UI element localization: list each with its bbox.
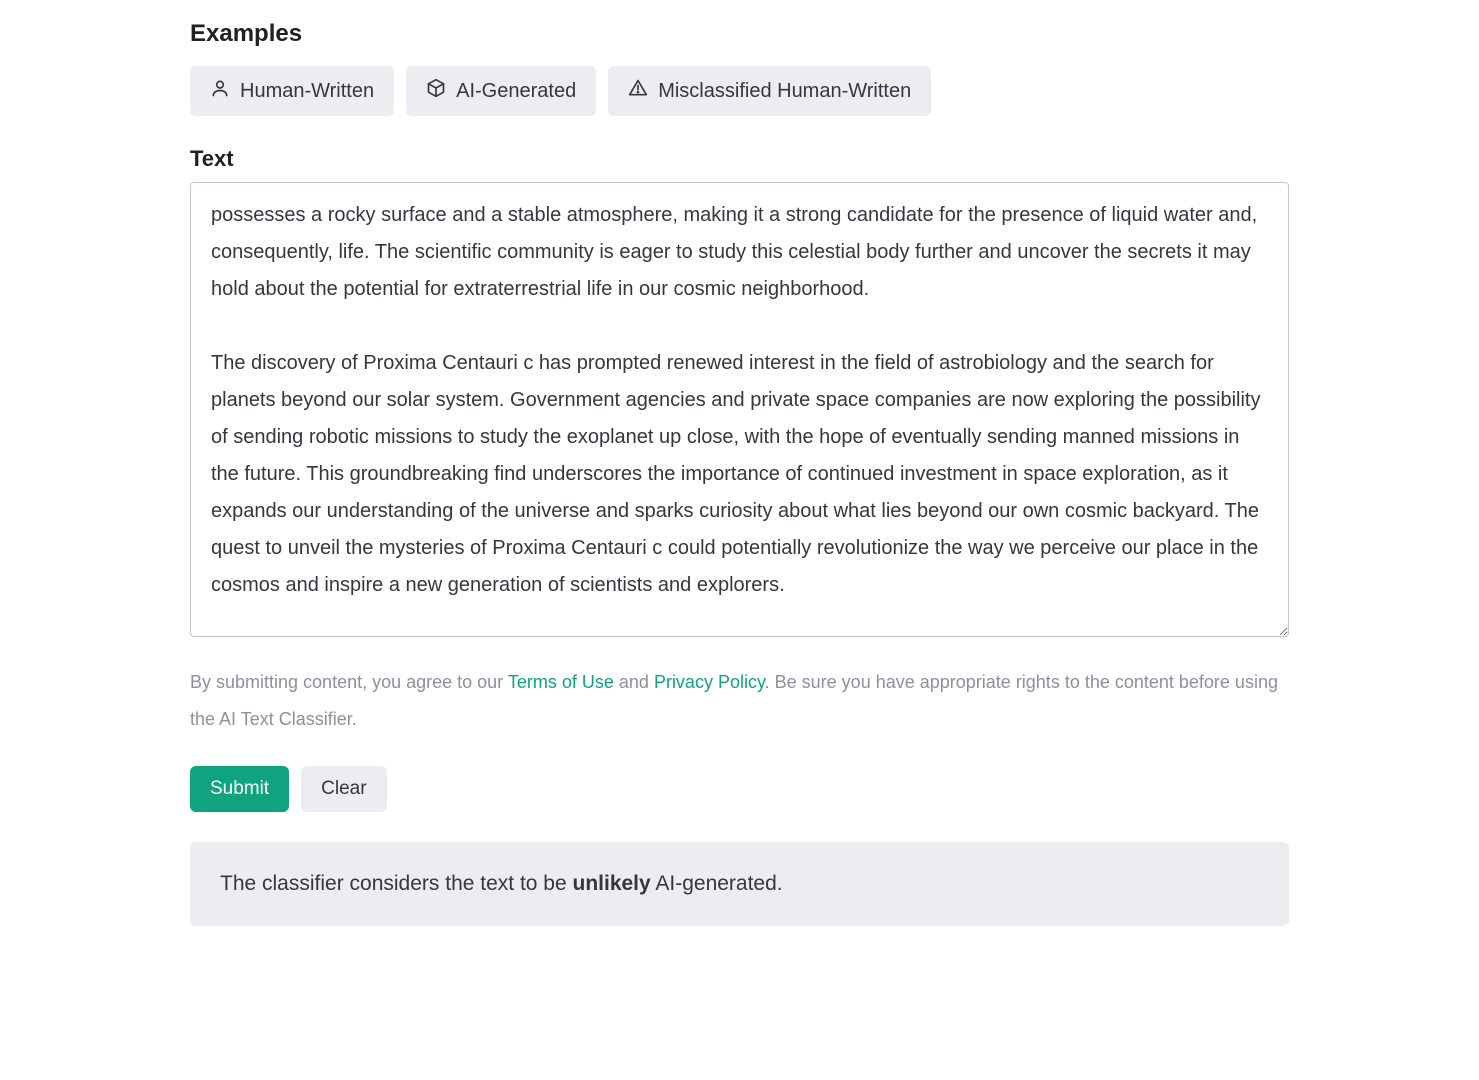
example-label: AI-Generated bbox=[456, 80, 576, 103]
disclaimer-text: By submitting content, you agree to our … bbox=[190, 664, 1289, 738]
terms-of-use-link[interactable]: Terms of Use bbox=[508, 672, 614, 692]
person-icon bbox=[210, 78, 230, 104]
example-label: Human-Written bbox=[240, 80, 374, 103]
disclaimer-mid1: and bbox=[614, 672, 654, 692]
result-verdict: unlikely bbox=[573, 872, 651, 895]
result-box: The classifier considers the text to be … bbox=[190, 842, 1289, 926]
example-label: Misclassified Human-Written bbox=[658, 80, 911, 103]
privacy-policy-link[interactable]: Privacy Policy bbox=[654, 672, 765, 692]
example-misclassified-button[interactable]: Misclassified Human-Written bbox=[608, 66, 931, 116]
warning-icon bbox=[628, 78, 648, 104]
example-ai-generated-button[interactable]: AI-Generated bbox=[406, 66, 596, 116]
clear-button[interactable]: Clear bbox=[301, 766, 386, 812]
result-suffix: AI-generated. bbox=[651, 872, 783, 895]
cube-icon bbox=[426, 78, 446, 104]
submit-button[interactable]: Submit bbox=[190, 766, 289, 812]
example-human-written-button[interactable]: Human-Written bbox=[190, 66, 394, 116]
text-label: Text bbox=[190, 146, 1289, 172]
examples-row: Human-Written AI-Generated Misclassi bbox=[190, 66, 1289, 116]
action-row: Submit Clear bbox=[190, 766, 1289, 812]
classifier-text-input[interactable] bbox=[190, 182, 1289, 637]
disclaimer-prefix: By submitting content, you agree to our bbox=[190, 672, 508, 692]
examples-heading: Examples bbox=[190, 20, 1289, 48]
result-prefix: The classifier considers the text to be bbox=[220, 872, 573, 895]
